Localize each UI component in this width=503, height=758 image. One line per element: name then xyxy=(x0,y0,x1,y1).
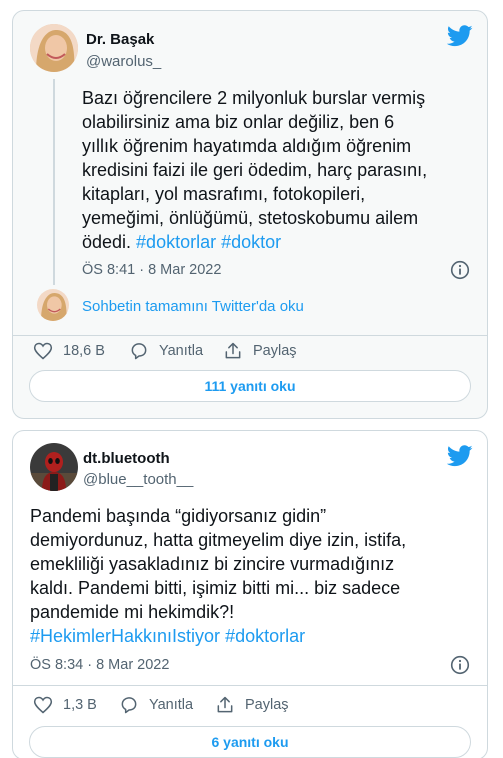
tweet-text-line: pandemide mi hekimdik?! xyxy=(30,602,235,622)
tweet-text-line: kitapları, yol masrafımı, fotokopileri, xyxy=(82,184,366,204)
tweet-text-line: Pandemi başında “gidiyorsanız gidin” xyxy=(30,506,327,526)
speech-bubble-icon xyxy=(121,697,137,714)
tweet-text-line: kaldı. Pandemi bitti, işimiz bitti mi...… xyxy=(30,578,401,598)
like-count: 18,6 B xyxy=(63,343,105,359)
share-action[interactable]: Paylaş xyxy=(215,695,289,715)
tweet-text-line: kredisini faizi ile geri ödedim, harç pa… xyxy=(82,160,428,180)
twitter-bird-icon[interactable] xyxy=(447,25,473,47)
twitter-bird-icon[interactable] xyxy=(447,445,473,467)
tweet-text-line: yıllık öğrenim hayatımda aldığım öğrenim xyxy=(82,136,412,156)
tweet-text-line: demiyordunuz, hatta gitmeyelim diye izin… xyxy=(30,530,407,550)
user-handle[interactable]: @warolus_ xyxy=(86,53,161,70)
hashtag-link[interactable]: #HekimlerHakkınıIstiyor xyxy=(30,626,220,646)
share-arrow-icon xyxy=(225,342,241,359)
hashtag-link[interactable]: #doktorlar xyxy=(225,626,305,646)
tweet-text-line: olabilirsiniz ama biz onlar değiliz, ben… xyxy=(82,112,395,132)
tweet-text-line: emekliliği yasakladınız bi zincire vurma… xyxy=(30,554,395,574)
read-replies-button[interactable]: 6 yanıtı oku xyxy=(29,726,471,758)
display-name[interactable]: dt.bluetooth xyxy=(83,450,170,467)
heart-icon xyxy=(33,696,53,714)
like-count: 1,3 B xyxy=(63,697,97,713)
info-icon[interactable] xyxy=(450,655,470,675)
hashtag-link[interactable]: #doktorlar xyxy=(136,232,216,252)
share-arrow-icon xyxy=(217,696,233,713)
divider xyxy=(13,335,487,336)
speech-bubble-icon xyxy=(131,343,147,360)
tweet-text: Bazı öğrencilere 2 milyonluk burslar ver… xyxy=(82,86,482,254)
tweet-text: Pandemi başında “gidiyorsanız gidin” dem… xyxy=(30,504,485,648)
tweet-text-line: #HekimlerHakkınıIstiyor #doktorlar xyxy=(30,624,485,648)
heart-icon xyxy=(33,342,53,360)
like-action[interactable]: 18,6 B xyxy=(33,341,105,361)
tweet-timestamp[interactable]: ÖS 8:41 · 8 Mar 2022 xyxy=(82,262,221,278)
info-icon[interactable] xyxy=(450,260,470,280)
divider xyxy=(13,685,487,686)
avatar[interactable] xyxy=(30,24,78,72)
thread-avatar[interactable] xyxy=(37,289,69,321)
like-action[interactable]: 1,3 B xyxy=(33,695,97,715)
thread-connector-line xyxy=(53,79,55,285)
avatar[interactable] xyxy=(30,443,78,491)
tweet-text-line: yemeğimi, önlüğümü, stetoskobumu ailem xyxy=(82,208,419,228)
read-replies-button[interactable]: 111 yanıtı oku xyxy=(29,370,471,402)
tweet-text-plain: ödedi. xyxy=(82,232,137,252)
tweet-card-2[interactable]: dt.bluetooth @blue__tooth__ Pandemi başı… xyxy=(12,430,488,758)
tweet-text-line: ödedi. #doktorlar #doktor xyxy=(82,230,482,254)
user-handle[interactable]: @blue__tooth__ xyxy=(83,471,193,488)
hashtag-link[interactable]: #doktor xyxy=(221,232,281,252)
reply-label: Yanıtla xyxy=(149,697,194,713)
tweet-text-line: Bazı öğrencilere 2 milyonluk burslar ver… xyxy=(82,88,426,108)
tweet-timestamp[interactable]: ÖS 8:34 · 8 Mar 2022 xyxy=(30,657,169,673)
share-label: Paylaş xyxy=(253,343,297,359)
reply-action[interactable]: Yanıtla xyxy=(129,341,203,361)
reply-action[interactable]: Yanıtla xyxy=(119,695,193,715)
reply-label: Yanıtla xyxy=(159,343,204,359)
tweet-card-1[interactable]: Dr. Başak @warolus_ Bazı öğrencilere 2 m… xyxy=(12,10,488,419)
read-full-conversation-link[interactable]: Sohbetin tamamını Twitter'da oku xyxy=(82,298,304,315)
display-name[interactable]: Dr. Başak xyxy=(86,31,154,48)
share-action[interactable]: Paylaş xyxy=(223,341,297,361)
share-label: Paylaş xyxy=(245,697,289,713)
